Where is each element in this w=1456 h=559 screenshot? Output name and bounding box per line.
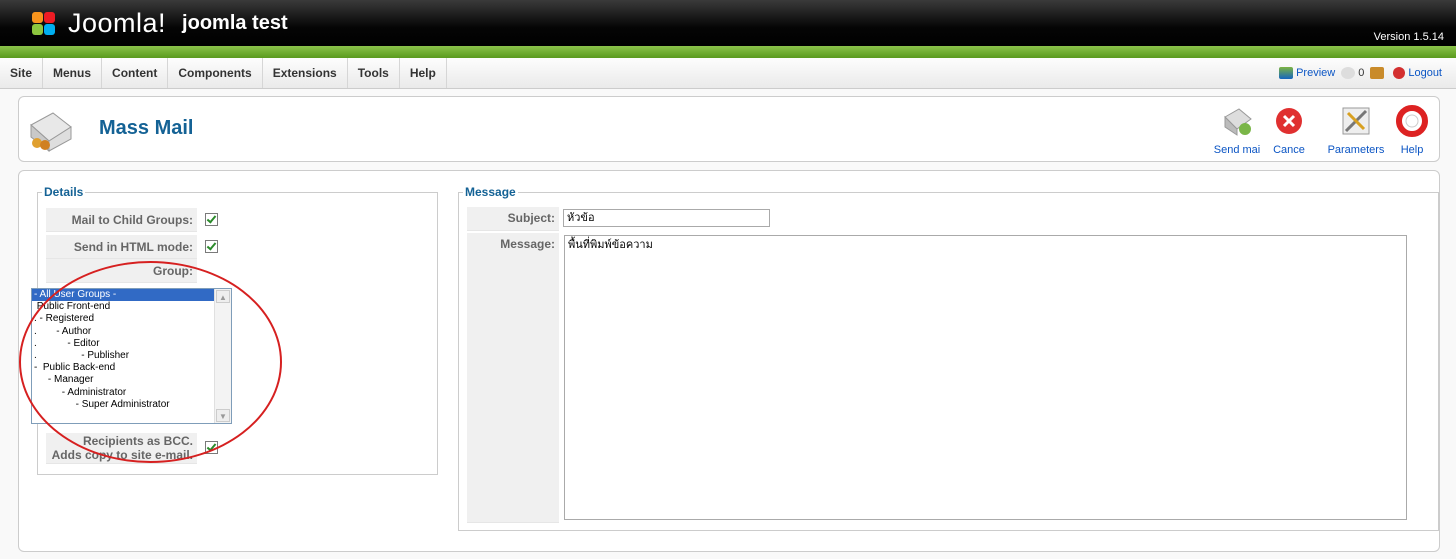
group-option[interactable]: . - Publisher	[32, 350, 231, 362]
logo-text: Joomla!	[68, 8, 167, 38]
bcc-label: Recipients as BCC. Adds copy to site e-m…	[46, 433, 197, 464]
parameters-label: Parameters	[1327, 144, 1385, 156]
menu-site[interactable]: Site	[0, 58, 44, 88]
send-mail-button[interactable]: Send mai	[1207, 105, 1267, 156]
html-mode-checkbox[interactable]	[205, 240, 218, 253]
joomla-logo[interactable]: Joomla! joomla test	[30, 8, 288, 39]
help-lifebuoy-icon	[1396, 105, 1428, 137]
group-option[interactable]: . - Registered	[32, 313, 231, 325]
menu-extensions[interactable]: Extensions	[263, 58, 348, 88]
details-legend: Details	[44, 185, 84, 199]
menu-tools[interactable]: Tools	[348, 58, 400, 88]
menu-menus[interactable]: Menus	[43, 58, 103, 88]
mass-mail-icon	[30, 112, 72, 153]
messages-status[interactable]: 0	[1341, 66, 1365, 80]
message-legend: Message	[465, 185, 516, 199]
header-bar: Joomla! joomla test Version 1.5.14	[0, 0, 1456, 46]
cancel-label: Cance	[1273, 144, 1305, 156]
group-option[interactable]: - Manager	[32, 374, 231, 386]
message-textarea[interactable]: พื้นที่พิมพ์ข้อความ	[564, 235, 1407, 520]
subject-input[interactable]: หัวข้อ	[563, 209, 770, 227]
joomla-logo-icon	[30, 10, 64, 38]
scroll-up-icon[interactable]: ▲	[216, 290, 230, 303]
group-label: Group:	[46, 259, 197, 283]
preview-icon	[1279, 67, 1294, 80]
group-list-scrollbar[interactable]: ▲ ▼	[214, 289, 231, 423]
group-option[interactable]: Public Front-end	[32, 301, 231, 313]
help-label: Help	[1400, 144, 1424, 156]
users-icon	[1370, 67, 1385, 80]
group-option[interactable]: . - Author	[32, 326, 231, 338]
parameters-button[interactable]: Parameters	[1321, 105, 1391, 156]
status-area: Preview 0 Logout	[1279, 58, 1442, 88]
header-accent-stripe	[0, 46, 1456, 58]
group-option[interactable]: . - Editor	[32, 338, 231, 350]
toolbar-box: Mass Mail Send mai Cance Parameters Help	[18, 96, 1440, 162]
page-title: Mass Mail	[99, 117, 194, 139]
logout-label: Logout	[1408, 66, 1442, 79]
cancel-icon	[1276, 108, 1302, 134]
menu-help[interactable]: Help	[400, 58, 447, 88]
bcc-label-line2: Adds copy to site e-mail.	[51, 448, 193, 462]
scroll-down-icon[interactable]: ▼	[216, 409, 230, 422]
logout-icon	[1393, 67, 1406, 80]
main-menu-bar: Site Menus Content Components Extensions…	[0, 58, 1456, 89]
send-mail-icon	[1224, 108, 1252, 136]
version-label: Version 1.5.14	[1373, 31, 1444, 43]
mail-child-groups-label: Mail to Child Groups:	[46, 208, 197, 232]
bcc-label-line1: Recipients as BCC.	[82, 434, 193, 448]
mail-child-groups-checkbox[interactable]	[205, 213, 218, 226]
preview-label: Preview	[1296, 66, 1336, 79]
messages-icon	[1341, 67, 1356, 80]
menu-content[interactable]: Content	[102, 58, 169, 88]
logout-link[interactable]: Logout	[1393, 66, 1442, 80]
cancel-button[interactable]: Cance	[1269, 105, 1309, 156]
parameters-icon	[1342, 107, 1370, 135]
group-select-list[interactable]: - All User Groups - Public Front-end . -…	[31, 288, 232, 424]
group-option[interactable]: - Public Back-end	[32, 362, 231, 374]
help-button[interactable]: Help	[1395, 105, 1429, 156]
subject-label: Subject:	[467, 207, 559, 231]
site-name: joomla test	[182, 12, 288, 34]
bcc-checkbox[interactable]	[205, 441, 218, 454]
users-status[interactable]	[1370, 67, 1387, 80]
html-mode-label: Send in HTML mode:	[46, 235, 197, 259]
group-option[interactable]: - Administrator	[32, 387, 231, 399]
group-option[interactable]: - Super Administrator	[32, 399, 231, 411]
group-option[interactable]: - All User Groups -	[32, 289, 231, 302]
preview-link[interactable]: Preview	[1279, 66, 1336, 80]
message-label: Message:	[467, 233, 559, 523]
messages-count: 0	[1358, 66, 1365, 79]
send-mail-label: Send mai	[1213, 144, 1261, 156]
menu-components[interactable]: Components	[168, 58, 263, 88]
